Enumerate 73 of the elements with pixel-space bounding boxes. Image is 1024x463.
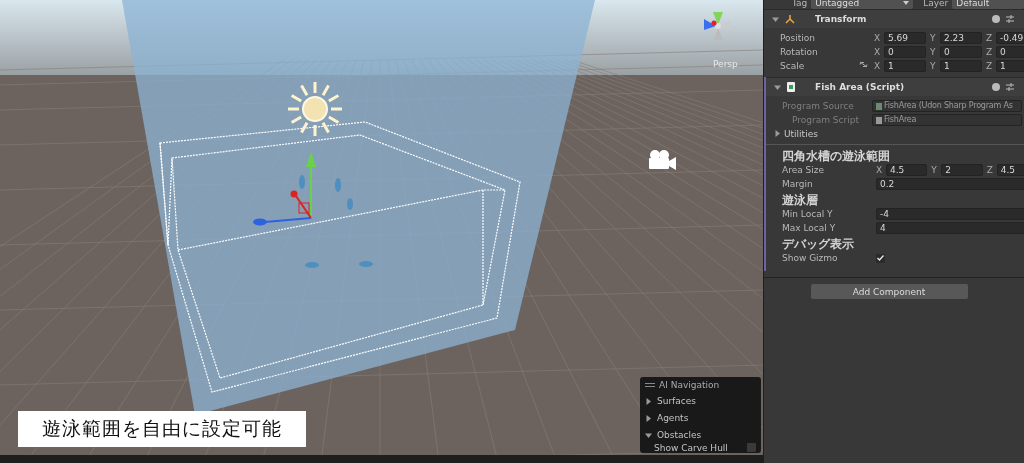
axis-label: Y	[930, 33, 937, 43]
collapsed-arrow-icon[interactable]	[645, 397, 652, 405]
caption-text: 遊泳範囲を自由に設定可能	[18, 411, 306, 447]
collapsed-arrow-icon[interactable]	[645, 414, 652, 422]
property-label: Scale	[780, 61, 805, 71]
property-label: Min Local Y	[782, 209, 834, 219]
sun-icon	[286, 80, 344, 138]
option-label: Show Carve Hull	[654, 442, 728, 453]
number-field[interactable]: 1	[940, 60, 982, 72]
number-field[interactable]: 4.5	[996, 164, 1024, 176]
axis-label: X	[874, 47, 881, 57]
property-label: Program Script	[791, 115, 860, 125]
section-header: 遊泳層	[781, 193, 818, 207]
caret-icon	[903, 1, 910, 5]
layer-dropdown[interactable]: Default	[952, 0, 1024, 9]
property-label: Margin	[782, 179, 814, 189]
drag-handle-icon[interactable]	[645, 382, 655, 387]
property-label: Position	[780, 33, 816, 43]
checkbox[interactable]	[876, 253, 885, 263]
tag-label: Tag	[792, 0, 808, 8]
number-field[interactable]: 2	[941, 164, 983, 176]
number-field[interactable]: 1	[996, 60, 1024, 72]
number-field[interactable]: 1	[884, 60, 926, 72]
section-label[interactable]: Agents	[657, 413, 689, 423]
axis-label: Z	[986, 47, 993, 57]
axis-label: X	[874, 61, 881, 71]
number-field[interactable]: 2.23	[940, 32, 982, 44]
asset-icon	[876, 102, 882, 110]
check-icon	[877, 255, 884, 261]
sliders-icon[interactable]	[1006, 83, 1014, 91]
property-label: Program Source	[782, 101, 855, 111]
expanded-arrow-icon[interactable]	[645, 431, 652, 439]
axis-label: X	[876, 165, 883, 175]
tag-dropdown[interactable]: Untagged	[811, 0, 914, 9]
number-field[interactable]: 0	[884, 46, 926, 58]
axis-label: Z	[986, 33, 993, 43]
layer-label: Layer	[923, 0, 949, 8]
axis-label: Z	[986, 165, 994, 175]
checkbox[interactable]	[747, 443, 756, 452]
number-field[interactable]: -4	[876, 208, 1024, 220]
number-field[interactable]: 4	[876, 222, 1024, 234]
section-label[interactable]: Surfaces	[657, 396, 696, 406]
property-label: Area Size	[782, 165, 826, 175]
object-field[interactable]: FishArea	[872, 114, 1022, 126]
axis-label: Y	[931, 165, 938, 175]
section-header: デバッグ表示	[781, 237, 854, 251]
collapsed-arrow-icon[interactable]	[774, 130, 781, 137]
number-field[interactable]: 0.2	[876, 178, 1024, 190]
number-field[interactable]: 5.69	[884, 32, 926, 44]
number-field[interactable]: 4.5	[886, 164, 928, 176]
object-field[interactable]: FishArea (Udon Sharp Program As	[872, 100, 1022, 112]
axis-label: X	[874, 33, 881, 43]
property-label: Max Local Y	[782, 223, 837, 233]
expanded-arrow-icon[interactable]	[772, 15, 779, 23]
expanded-arrow-icon[interactable]	[774, 83, 781, 91]
add-component-button[interactable]: Add Component	[810, 284, 968, 299]
axis-label: Y	[930, 47, 937, 57]
property-label: Rotation	[780, 47, 818, 57]
number-field[interactable]: 0	[940, 46, 982, 58]
transform-icon	[785, 14, 795, 24]
script-icon	[787, 82, 795, 92]
sliders-icon[interactable]	[1006, 15, 1014, 23]
section-header: 四角水槽の遊泳範囲	[781, 149, 890, 163]
panel-title: AI Navigation	[659, 379, 720, 390]
foldout-label[interactable]: Utilities	[784, 128, 818, 139]
axis-label: Y	[930, 61, 937, 71]
number-field[interactable]: -0.49	[996, 32, 1024, 44]
script-file-icon	[876, 116, 882, 124]
number-field[interactable]: 0	[996, 46, 1024, 58]
axis-label: Z	[986, 61, 993, 71]
property-label: Show Gizmo	[782, 253, 839, 263]
section-label[interactable]: Obstacles	[657, 430, 702, 440]
link-icon[interactable]	[859, 61, 868, 68]
